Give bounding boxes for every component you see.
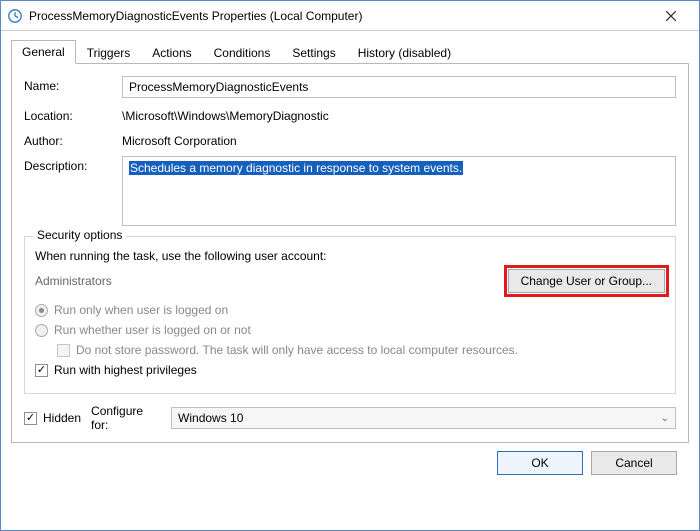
configure-for-label: Configure for:	[91, 404, 161, 432]
cancel-button[interactable]: Cancel	[591, 451, 677, 475]
tab-general[interactable]: General	[11, 40, 76, 64]
no-store-password-label: Do not store password. The task will onl…	[76, 343, 518, 357]
run-logged-on-radio	[35, 304, 48, 317]
security-options-group: Security options When running the task, …	[24, 236, 676, 394]
hidden-label: Hidden	[43, 411, 81, 425]
name-label: Name:	[24, 76, 122, 93]
tab-actions[interactable]: Actions	[141, 41, 202, 64]
description-input[interactable]: Schedules a memory diagnostic in respons…	[122, 156, 676, 226]
name-input[interactable]	[122, 76, 676, 98]
general-panel: Name: Location: \Microsoft\Windows\Memor…	[11, 63, 689, 443]
run-logged-on-label: Run only when user is logged on	[54, 303, 228, 317]
tab-settings[interactable]: Settings	[281, 41, 346, 64]
run-whether-label: Run whether user is logged on or not	[54, 323, 251, 337]
configure-for-select[interactable]: Windows 10 ⌄	[171, 407, 676, 429]
hidden-checkbox[interactable]	[24, 412, 37, 425]
run-highest-checkbox[interactable]	[35, 364, 48, 377]
location-value: \Microsoft\Windows\MemoryDiagnostic	[122, 106, 676, 123]
close-button[interactable]	[651, 2, 691, 30]
security-legend: Security options	[33, 228, 126, 242]
when-running-label: When running the task, use the following…	[35, 249, 665, 263]
configure-for-value: Windows 10	[178, 411, 243, 425]
run-whether-radio	[35, 324, 48, 337]
no-store-password-checkbox	[57, 344, 70, 357]
author-label: Author:	[24, 131, 122, 148]
tab-triggers[interactable]: Triggers	[76, 41, 142, 64]
ok-button[interactable]: OK	[497, 451, 583, 475]
tab-history[interactable]: History (disabled)	[347, 41, 462, 64]
location-label: Location:	[24, 106, 122, 123]
clock-icon	[7, 8, 23, 24]
chevron-down-icon: ⌄	[661, 413, 669, 424]
change-user-button[interactable]: Change User or Group...	[508, 269, 665, 293]
window-title: ProcessMemoryDiagnosticEvents Properties…	[29, 9, 651, 23]
user-account-value: Administrators	[35, 274, 500, 288]
author-value: Microsoft Corporation	[122, 131, 676, 148]
run-highest-label: Run with highest privileges	[54, 363, 197, 377]
tab-strip: General Triggers Actions Conditions Sett…	[11, 39, 689, 63]
description-label: Description:	[24, 156, 122, 173]
description-selected-text: Schedules a memory diagnostic in respons…	[129, 161, 463, 175]
tab-conditions[interactable]: Conditions	[203, 41, 282, 64]
